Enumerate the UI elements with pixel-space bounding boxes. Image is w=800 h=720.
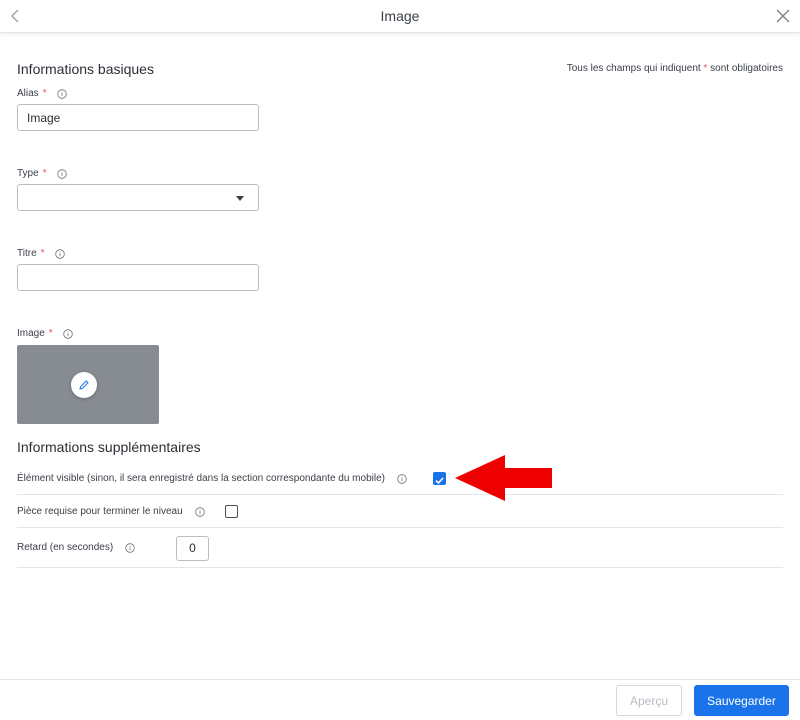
piece-checkbox[interactable]: [225, 505, 238, 518]
info-icon[interactable]: [54, 248, 65, 259]
section-title-basic: Informations basiques: [17, 61, 154, 77]
modal-title: Image: [380, 8, 420, 24]
info-icon[interactable]: [397, 473, 407, 484]
retard-input[interactable]: 0: [176, 536, 209, 561]
type-label: Type *: [17, 168, 67, 179]
caret-down-icon: [236, 196, 244, 201]
edit-image-button[interactable]: [71, 372, 97, 398]
retard-label: Retard (en secondes): [17, 542, 135, 553]
modal-header: Image: [0, 0, 800, 33]
info-icon[interactable]: [63, 328, 73, 339]
titre-input[interactable]: [17, 264, 259, 291]
required-fields-note: Tous les champs qui indiquent * sont obl…: [566, 63, 783, 74]
info-icon[interactable]: [56, 88, 67, 99]
visible-label: Élément visible (sinon, il sera enregist…: [17, 473, 407, 484]
alias-label: Alias *: [17, 88, 67, 99]
info-icon[interactable]: [194, 506, 205, 517]
image-label: Image *: [17, 328, 73, 339]
save-button[interactable]: Sauvegarder: [694, 685, 789, 716]
image-placeholder[interactable]: [17, 345, 159, 424]
visible-checkbox[interactable]: [433, 472, 446, 485]
preview-button[interactable]: Aperçu: [616, 685, 682, 716]
alias-input[interactable]: [17, 104, 259, 131]
section-title-extra: Informations supplémentaires: [17, 439, 201, 455]
close-icon[interactable]: [774, 7, 792, 25]
type-select[interactable]: [17, 184, 259, 211]
titre-label: Titre *: [17, 248, 65, 259]
info-icon[interactable]: [125, 542, 135, 553]
piece-label: Pièce requise pour terminer le niveau: [17, 506, 205, 517]
pencil-icon: [79, 380, 89, 390]
info-icon[interactable]: [56, 168, 67, 179]
check-icon: [435, 477, 444, 485]
